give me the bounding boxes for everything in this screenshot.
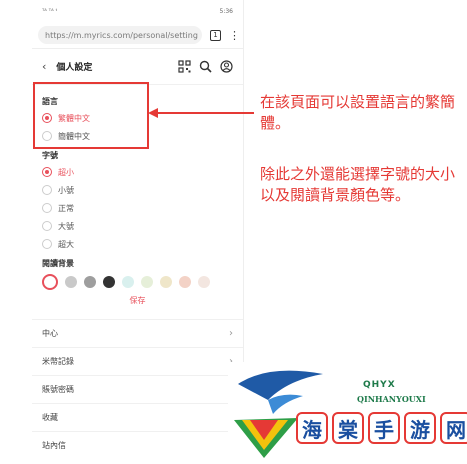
- option-label: 大號: [58, 221, 74, 231]
- more-menu-icon[interactable]: ⋮: [229, 30, 240, 41]
- background-swatch-3[interactable]: [103, 276, 115, 288]
- radio-icon[interactable]: [42, 239, 52, 249]
- watermark-chinese-name: 海 棠 手 游 网: [296, 412, 467, 444]
- background-swatch-8[interactable]: [198, 276, 210, 288]
- watermark-logo-text: QHYX: [363, 380, 396, 390]
- watermark-char: 网: [440, 412, 467, 444]
- menu-item-messages[interactable]: 站內信: [32, 431, 243, 459]
- fontsize-option-xsmall[interactable]: 超小: [42, 163, 233, 181]
- watermark-char: 手: [368, 412, 400, 444]
- fontsize-option-large[interactable]: 大號: [42, 217, 233, 235]
- background-swatches: [42, 271, 233, 293]
- background-swatch-7[interactable]: [179, 276, 191, 288]
- background-swatch-5[interactable]: [141, 276, 153, 288]
- clock: 5:36: [219, 7, 233, 15]
- menu-item-coin-records[interactable]: 米幣記錄 ›: [32, 347, 243, 375]
- background-swatch-1[interactable]: [65, 276, 77, 288]
- option-label: 正常: [58, 203, 74, 213]
- page-header: ‹ 個人設定: [32, 49, 243, 85]
- qr-code-icon[interactable]: [178, 60, 191, 73]
- page-title: 個人設定: [56, 63, 93, 73]
- address-input[interactable]: https://m.myrics.com/personal/setting: [38, 26, 202, 44]
- search-icon[interactable]: [199, 60, 212, 73]
- radio-icon[interactable]: [42, 221, 52, 231]
- menu-label: 米幣記錄: [42, 357, 74, 366]
- settings-menu: 中心 › 米幣記錄 › 賬號密碼 收藏 站內信: [32, 319, 243, 459]
- background-swatch-0[interactable]: [42, 274, 58, 290]
- menu-label: 賬號密碼: [42, 385, 74, 394]
- annotation-text-language: 在該頁面可以設置語言的繁簡體。: [260, 93, 456, 132]
- signal-indicators: ᵀᴬ ᵀᴬ ᵗ: [42, 7, 58, 15]
- menu-label: 收藏: [42, 413, 58, 422]
- tab-count-button[interactable]: 1: [210, 29, 221, 41]
- fontsize-option-small[interactable]: 小號: [42, 181, 233, 199]
- annotation-text-more: 除此之外還能選擇字號的大小以及閱讀背景顏色等。: [260, 165, 456, 204]
- phone-screen: ᵀᴬ ᵀᴬ ᵗ 5:36 https://m.myrics.com/person…: [32, 0, 244, 464]
- radio-icon[interactable]: [42, 203, 52, 213]
- option-label: 超大: [58, 239, 74, 249]
- menu-item-center[interactable]: 中心 ›: [32, 319, 243, 347]
- menu-item-favorites[interactable]: 收藏: [32, 403, 243, 431]
- radio-icon[interactable]: [42, 185, 52, 195]
- option-label: 超小: [58, 167, 74, 177]
- watermark-char: 海: [296, 412, 328, 444]
- status-bar: ᵀᴬ ᵀᴬ ᵗ 5:36: [32, 0, 243, 22]
- watermark-char: 游: [404, 412, 436, 444]
- annotation-arrow-icon: [148, 108, 254, 118]
- background-swatch-2[interactable]: [84, 276, 96, 288]
- background-swatch-6[interactable]: [160, 276, 172, 288]
- option-label: 小號: [58, 185, 74, 195]
- background-section: 閱讀背景 保存: [32, 253, 243, 309]
- background-title: 閱讀背景: [42, 259, 74, 268]
- highlight-box: [33, 82, 149, 149]
- save-button[interactable]: 保存: [42, 293, 233, 309]
- fontsize-section: 字號 超小 小號 正常 大號 超大: [32, 145, 243, 253]
- menu-item-account-password[interactable]: 賬號密碼: [32, 375, 243, 403]
- radio-selected-icon[interactable]: [42, 167, 52, 177]
- watermark-char: 棠: [332, 412, 364, 444]
- menu-label: 中心: [42, 329, 58, 338]
- fontsize-title: 字號: [42, 151, 58, 160]
- fontsize-option-normal[interactable]: 正常: [42, 199, 233, 217]
- menu-label: 站內信: [42, 441, 66, 450]
- watermark-logo-subtext: QINHANYOUXI: [357, 394, 426, 404]
- user-icon[interactable]: [220, 60, 233, 73]
- chevron-right-icon: ›: [229, 328, 233, 339]
- background-swatch-4[interactable]: [122, 276, 134, 288]
- back-icon[interactable]: ‹: [42, 60, 46, 73]
- browser-url-bar: https://m.myrics.com/personal/setting 1 …: [32, 22, 243, 49]
- fontsize-option-xlarge[interactable]: 超大: [42, 235, 233, 253]
